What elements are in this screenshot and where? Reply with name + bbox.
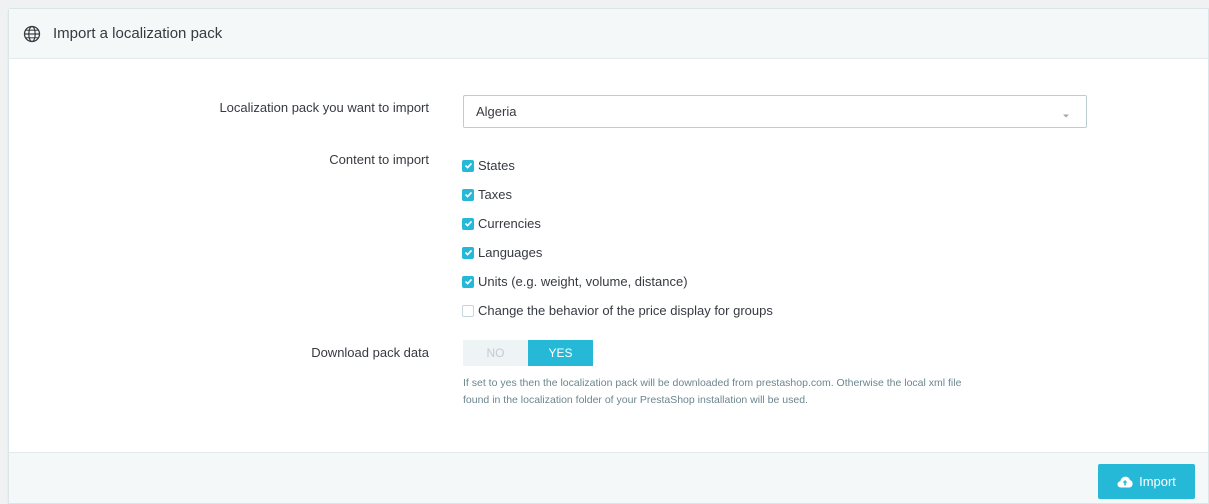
pack-select-value: Algeria xyxy=(476,104,517,119)
checkbox-label: States xyxy=(478,158,515,173)
download-pack-label: Download pack data xyxy=(311,345,429,360)
content-checkbox-list: States Taxes Currencies Languages Units … xyxy=(462,151,773,325)
content-to-import-label: Content to import xyxy=(329,152,429,167)
import-button-label: Import xyxy=(1139,474,1176,489)
switch-option-yes[interactable]: YES xyxy=(528,340,593,366)
checkbox-checked-icon[interactable] xyxy=(462,246,474,259)
checkbox-units[interactable]: Units (e.g. weight, volume, distance) xyxy=(462,267,773,296)
checkbox-label: Units (e.g. weight, volume, distance) xyxy=(478,274,688,289)
download-pack-switch[interactable]: NO YES xyxy=(463,340,593,366)
checkbox-states[interactable]: States xyxy=(462,151,773,180)
panel-title: Import a localization pack xyxy=(53,25,223,42)
checkbox-checked-icon[interactable] xyxy=(462,275,474,288)
checkbox-currencies[interactable]: Currencies xyxy=(462,209,773,238)
checkbox-checked-icon[interactable] xyxy=(462,159,474,172)
localization-pack-select[interactable]: Algeria xyxy=(463,95,1087,128)
checkbox-label: Languages xyxy=(478,245,543,260)
pack-select-label: Localization pack you want to import xyxy=(219,100,429,115)
panel-heading: Import a localization pack xyxy=(9,9,1208,59)
checkbox-label: Currencies xyxy=(478,216,541,231)
import-button[interactable]: Import xyxy=(1098,464,1195,499)
chevron-down-icon xyxy=(1062,108,1070,118)
help-line-2: found in the localization folder of your… xyxy=(463,394,808,406)
checkbox-checked-icon[interactable] xyxy=(462,188,474,201)
checkbox-label: Change the behavior of the price display… xyxy=(478,303,773,318)
globe-icon xyxy=(23,25,41,43)
panel-footer: Import xyxy=(9,452,1208,503)
checkbox-taxes[interactable]: Taxes xyxy=(462,180,773,209)
help-line-1: If set to yes then the localization pack… xyxy=(463,377,962,389)
switch-option-no[interactable]: NO xyxy=(463,340,528,366)
checkbox-languages[interactable]: Languages xyxy=(462,238,773,267)
checkbox-checked-icon[interactable] xyxy=(462,217,474,230)
checkbox-price-display-groups[interactable]: Change the behavior of the price display… xyxy=(462,296,773,325)
download-help-text: If set to yes then the localization pack… xyxy=(463,375,1103,409)
cloud-upload-icon xyxy=(1117,476,1133,488)
checkbox-label: Taxes xyxy=(478,187,512,202)
localization-import-panel: Import a localization pack Localization … xyxy=(8,8,1209,504)
checkbox-unchecked[interactable] xyxy=(462,304,474,317)
